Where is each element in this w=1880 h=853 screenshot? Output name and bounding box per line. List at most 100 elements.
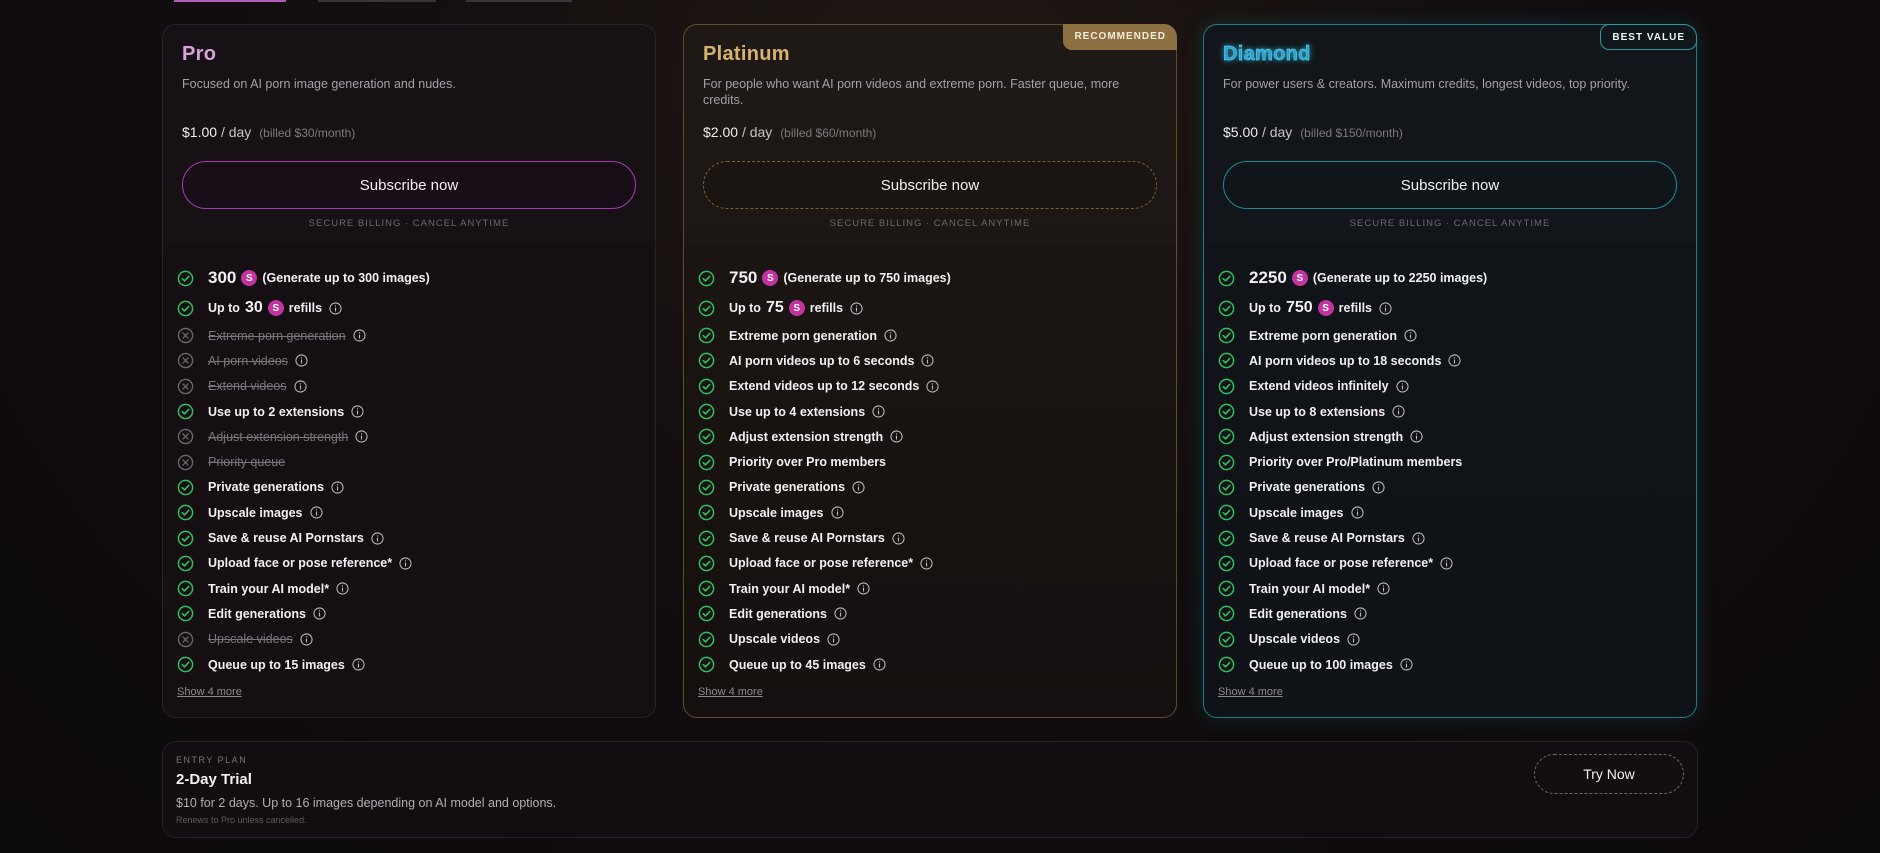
feature-label: Upload face or pose reference* xyxy=(1249,556,1434,571)
feature-label: Private generations xyxy=(1249,480,1366,495)
feature-item: Edit generations xyxy=(177,601,641,626)
refills-suffix: refills xyxy=(809,301,844,315)
info-icon[interactable] xyxy=(830,506,844,519)
info-icon[interactable] xyxy=(834,607,847,620)
info-icon[interactable] xyxy=(1354,607,1367,620)
info-icon[interactable] xyxy=(1350,506,1364,519)
feature-item: Edit generations xyxy=(1218,601,1682,626)
subscribe-button-pro[interactable]: Subscribe now xyxy=(182,161,636,209)
info-icon[interactable] xyxy=(890,430,903,443)
show-more-link[interactable]: Show 4 more xyxy=(698,686,763,698)
check-circle-icon xyxy=(1218,428,1235,445)
info-icon[interactable] xyxy=(329,301,342,315)
feature-label: Private generations xyxy=(729,480,846,495)
info-icon[interactable] xyxy=(336,582,349,595)
info-icon[interactable] xyxy=(852,481,865,494)
feature-label: Extreme porn generation xyxy=(208,328,346,343)
info-icon[interactable] xyxy=(399,557,412,570)
info-icon[interactable] xyxy=(850,301,863,315)
feature-label: Adjust extension strength xyxy=(729,429,884,444)
info-icon[interactable] xyxy=(293,380,307,393)
credit-coin-icon: S xyxy=(1291,270,1308,286)
feature-label: Use up to 4 extensions xyxy=(729,404,866,419)
feature-item: Upload face or pose reference* xyxy=(698,551,1162,576)
feature-item: Queue up to 45 images xyxy=(698,652,1162,677)
feature-item: Private generations xyxy=(1218,475,1682,500)
tab-indicator[interactable] xyxy=(318,0,436,2)
info-icon[interactable] xyxy=(892,531,905,545)
info-icon[interactable] xyxy=(1379,301,1392,315)
feature-item: Queue up to 100 images xyxy=(1218,652,1682,677)
feature-item: Save & reuse AI Pornstars xyxy=(698,525,1162,550)
feature-item: Adjust extension strength xyxy=(1218,424,1682,449)
info-icon[interactable] xyxy=(921,354,935,368)
feature-item: Upscale images xyxy=(698,500,1162,525)
info-icon[interactable] xyxy=(1400,658,1413,671)
info-icon[interactable] xyxy=(920,557,933,570)
feature-label: Queue up to 100 images xyxy=(1249,657,1393,672)
info-icon[interactable] xyxy=(300,633,313,646)
info-icon[interactable] xyxy=(313,607,326,620)
info-icon[interactable] xyxy=(1396,380,1409,393)
info-icon[interactable] xyxy=(355,430,368,443)
info-icon[interactable] xyxy=(872,405,885,418)
info-icon[interactable] xyxy=(873,658,886,671)
info-icon[interactable] xyxy=(309,506,323,519)
check-circle-icon xyxy=(698,270,715,286)
tab-indicator-active[interactable] xyxy=(174,0,286,2)
tab-indicator[interactable] xyxy=(466,0,572,2)
refills-prefix: Up to xyxy=(208,301,240,315)
refills-suffix: refills xyxy=(1338,301,1372,315)
check-circle-icon xyxy=(1218,580,1235,597)
info-icon[interactable] xyxy=(1448,354,1461,368)
subscribe-button-platinum[interactable]: Subscribe now xyxy=(703,161,1157,209)
price-period: / day xyxy=(1261,124,1293,140)
feature-label: Upscale images xyxy=(208,505,303,520)
plan-name: Pro xyxy=(182,43,217,65)
check-circle-icon xyxy=(1218,631,1235,648)
info-icon[interactable] xyxy=(351,405,364,418)
info-icon[interactable] xyxy=(1377,582,1390,595)
check-circle-icon xyxy=(698,504,715,521)
info-icon[interactable] xyxy=(926,380,939,393)
feature-list: 300 S (Generate up to 300 images) Up to 30 Sr… xyxy=(163,245,655,700)
info-icon[interactable] xyxy=(884,329,897,342)
credit-coin-icon: S xyxy=(267,300,284,316)
show-more-link[interactable]: Show 4 more xyxy=(177,686,242,698)
show-more-link[interactable]: Show 4 more xyxy=(1218,686,1283,698)
feature-label: Extreme porn generation xyxy=(729,328,877,343)
info-icon[interactable] xyxy=(1404,329,1417,342)
check-circle-icon xyxy=(177,504,194,521)
info-icon[interactable] xyxy=(331,481,344,494)
try-now-button[interactable]: Try Now xyxy=(1534,754,1684,794)
feature-label: Priority over Pro/Platinum members xyxy=(1249,455,1463,470)
info-icon[interactable] xyxy=(1412,531,1425,545)
credit-coin-icon: S xyxy=(1317,300,1334,316)
check-circle-icon xyxy=(698,454,715,470)
info-icon[interactable] xyxy=(1392,405,1405,418)
check-circle-icon xyxy=(177,656,194,673)
feature-label: Upscale videos xyxy=(729,632,821,647)
info-icon[interactable] xyxy=(353,329,366,342)
info-icon[interactable] xyxy=(1410,430,1423,443)
feature-label: Train your AI model* xyxy=(208,581,330,596)
feature-label: AI porn videos up to 18 seconds xyxy=(1249,353,1442,368)
info-icon[interactable] xyxy=(371,531,384,545)
price-row: $1.00 / day (billed $30/month) xyxy=(182,124,636,140)
info-icon[interactable] xyxy=(1440,557,1453,570)
info-icon[interactable] xyxy=(352,658,365,671)
feature-item: Train your AI model* xyxy=(1218,576,1682,601)
info-icon[interactable] xyxy=(1347,633,1360,646)
check-circle-icon xyxy=(1218,378,1235,395)
info-icon[interactable] xyxy=(857,582,870,595)
plan-description: For power users & creators. Maximum cred… xyxy=(1223,77,1630,91)
info-icon[interactable] xyxy=(827,633,840,646)
plan-header: Diamond For power users & creators. Maxi… xyxy=(1204,25,1696,245)
info-icon[interactable] xyxy=(295,354,308,368)
refills-amount: 750 xyxy=(1285,299,1313,316)
credits-amount: 750 xyxy=(729,268,758,287)
feature-item: AI porn videos up to 6 seconds xyxy=(698,348,1162,373)
feature-item: Train your AI model* xyxy=(698,576,1162,601)
subscribe-button-diamond[interactable]: Subscribe now xyxy=(1223,161,1677,209)
info-icon[interactable] xyxy=(1372,481,1385,494)
